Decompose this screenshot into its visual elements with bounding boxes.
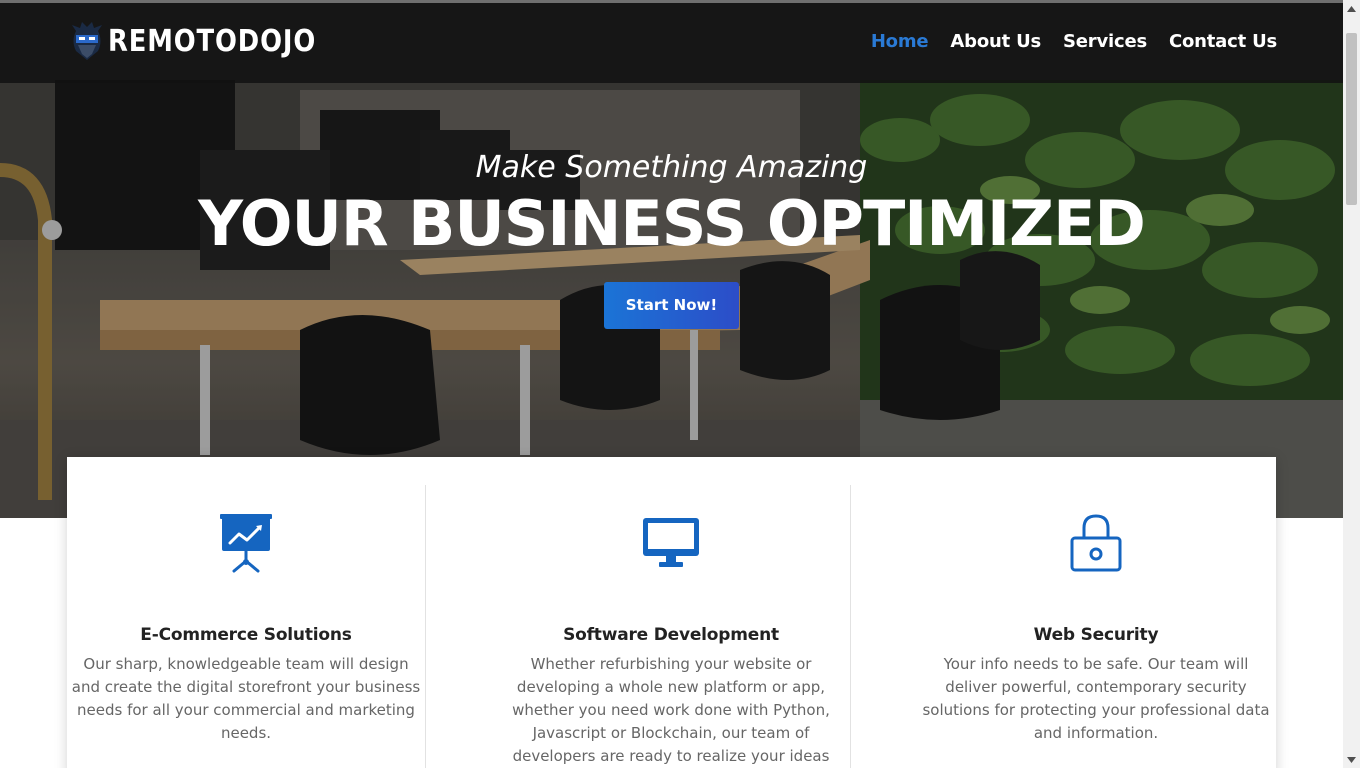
service-title: E-Commerce Solutions	[140, 625, 352, 645]
services-card: E-Commerce Solutions Our sharp, knowledg…	[67, 457, 1276, 768]
scrollbar-thumb[interactable]	[1346, 33, 1357, 205]
scroll-down-icon[interactable]	[1343, 751, 1360, 768]
hero-content: Make Something Amazing YOUR BUSINESS OPT…	[0, 150, 1343, 329]
lock-icon	[917, 509, 1275, 577]
page-scrollbar[interactable]	[1343, 0, 1360, 768]
top-border	[0, 0, 1343, 3]
ninja-logo-icon	[72, 22, 102, 60]
scroll-up-icon[interactable]	[1343, 0, 1360, 17]
nav-about-us-link[interactable]: About Us	[950, 31, 1041, 52]
service-description: Your info needs to be safe. Our team wil…	[922, 655, 1270, 742]
service-title: Software Development	[563, 625, 779, 645]
page: REMOTODOJO Home About Us Services Contac…	[0, 0, 1343, 768]
service-description: Our sharp, knowledgeable team will desig…	[71, 655, 421, 742]
service-software-development: Software Development Whether refurbishin…	[492, 457, 850, 768]
monitor-icon	[492, 509, 850, 577]
service-description: Whether refurbishing your website or dev…	[512, 655, 830, 765]
column-divider	[850, 485, 851, 768]
presentation-chart-icon	[67, 509, 425, 577]
logo-text: REMOTODOJO	[108, 23, 317, 59]
service-title: Web Security	[1033, 625, 1159, 645]
nav-services-link[interactable]: Services	[1063, 31, 1147, 52]
site-logo[interactable]: REMOTODOJO	[70, 21, 350, 61]
nav-home-link[interactable]: Home	[871, 31, 929, 52]
start-now-button[interactable]: Start Now!	[604, 282, 739, 329]
navbar: REMOTODOJO Home About Us Services Contac…	[0, 3, 1343, 83]
hero-headline: YOUR BUSINESS OPTIMIZED	[198, 187, 1146, 260]
hero-tagline: Make Something Amazing	[475, 150, 868, 185]
column-divider	[425, 485, 426, 768]
nav-contact-us-link[interactable]: Contact Us	[1169, 31, 1277, 52]
service-web-security: Web Security Your info needs to be safe.…	[917, 457, 1275, 745]
main-menu: Home About Us Services Contact Us	[871, 31, 1277, 52]
service-ecommerce: E-Commerce Solutions Our sharp, knowledg…	[67, 457, 425, 745]
